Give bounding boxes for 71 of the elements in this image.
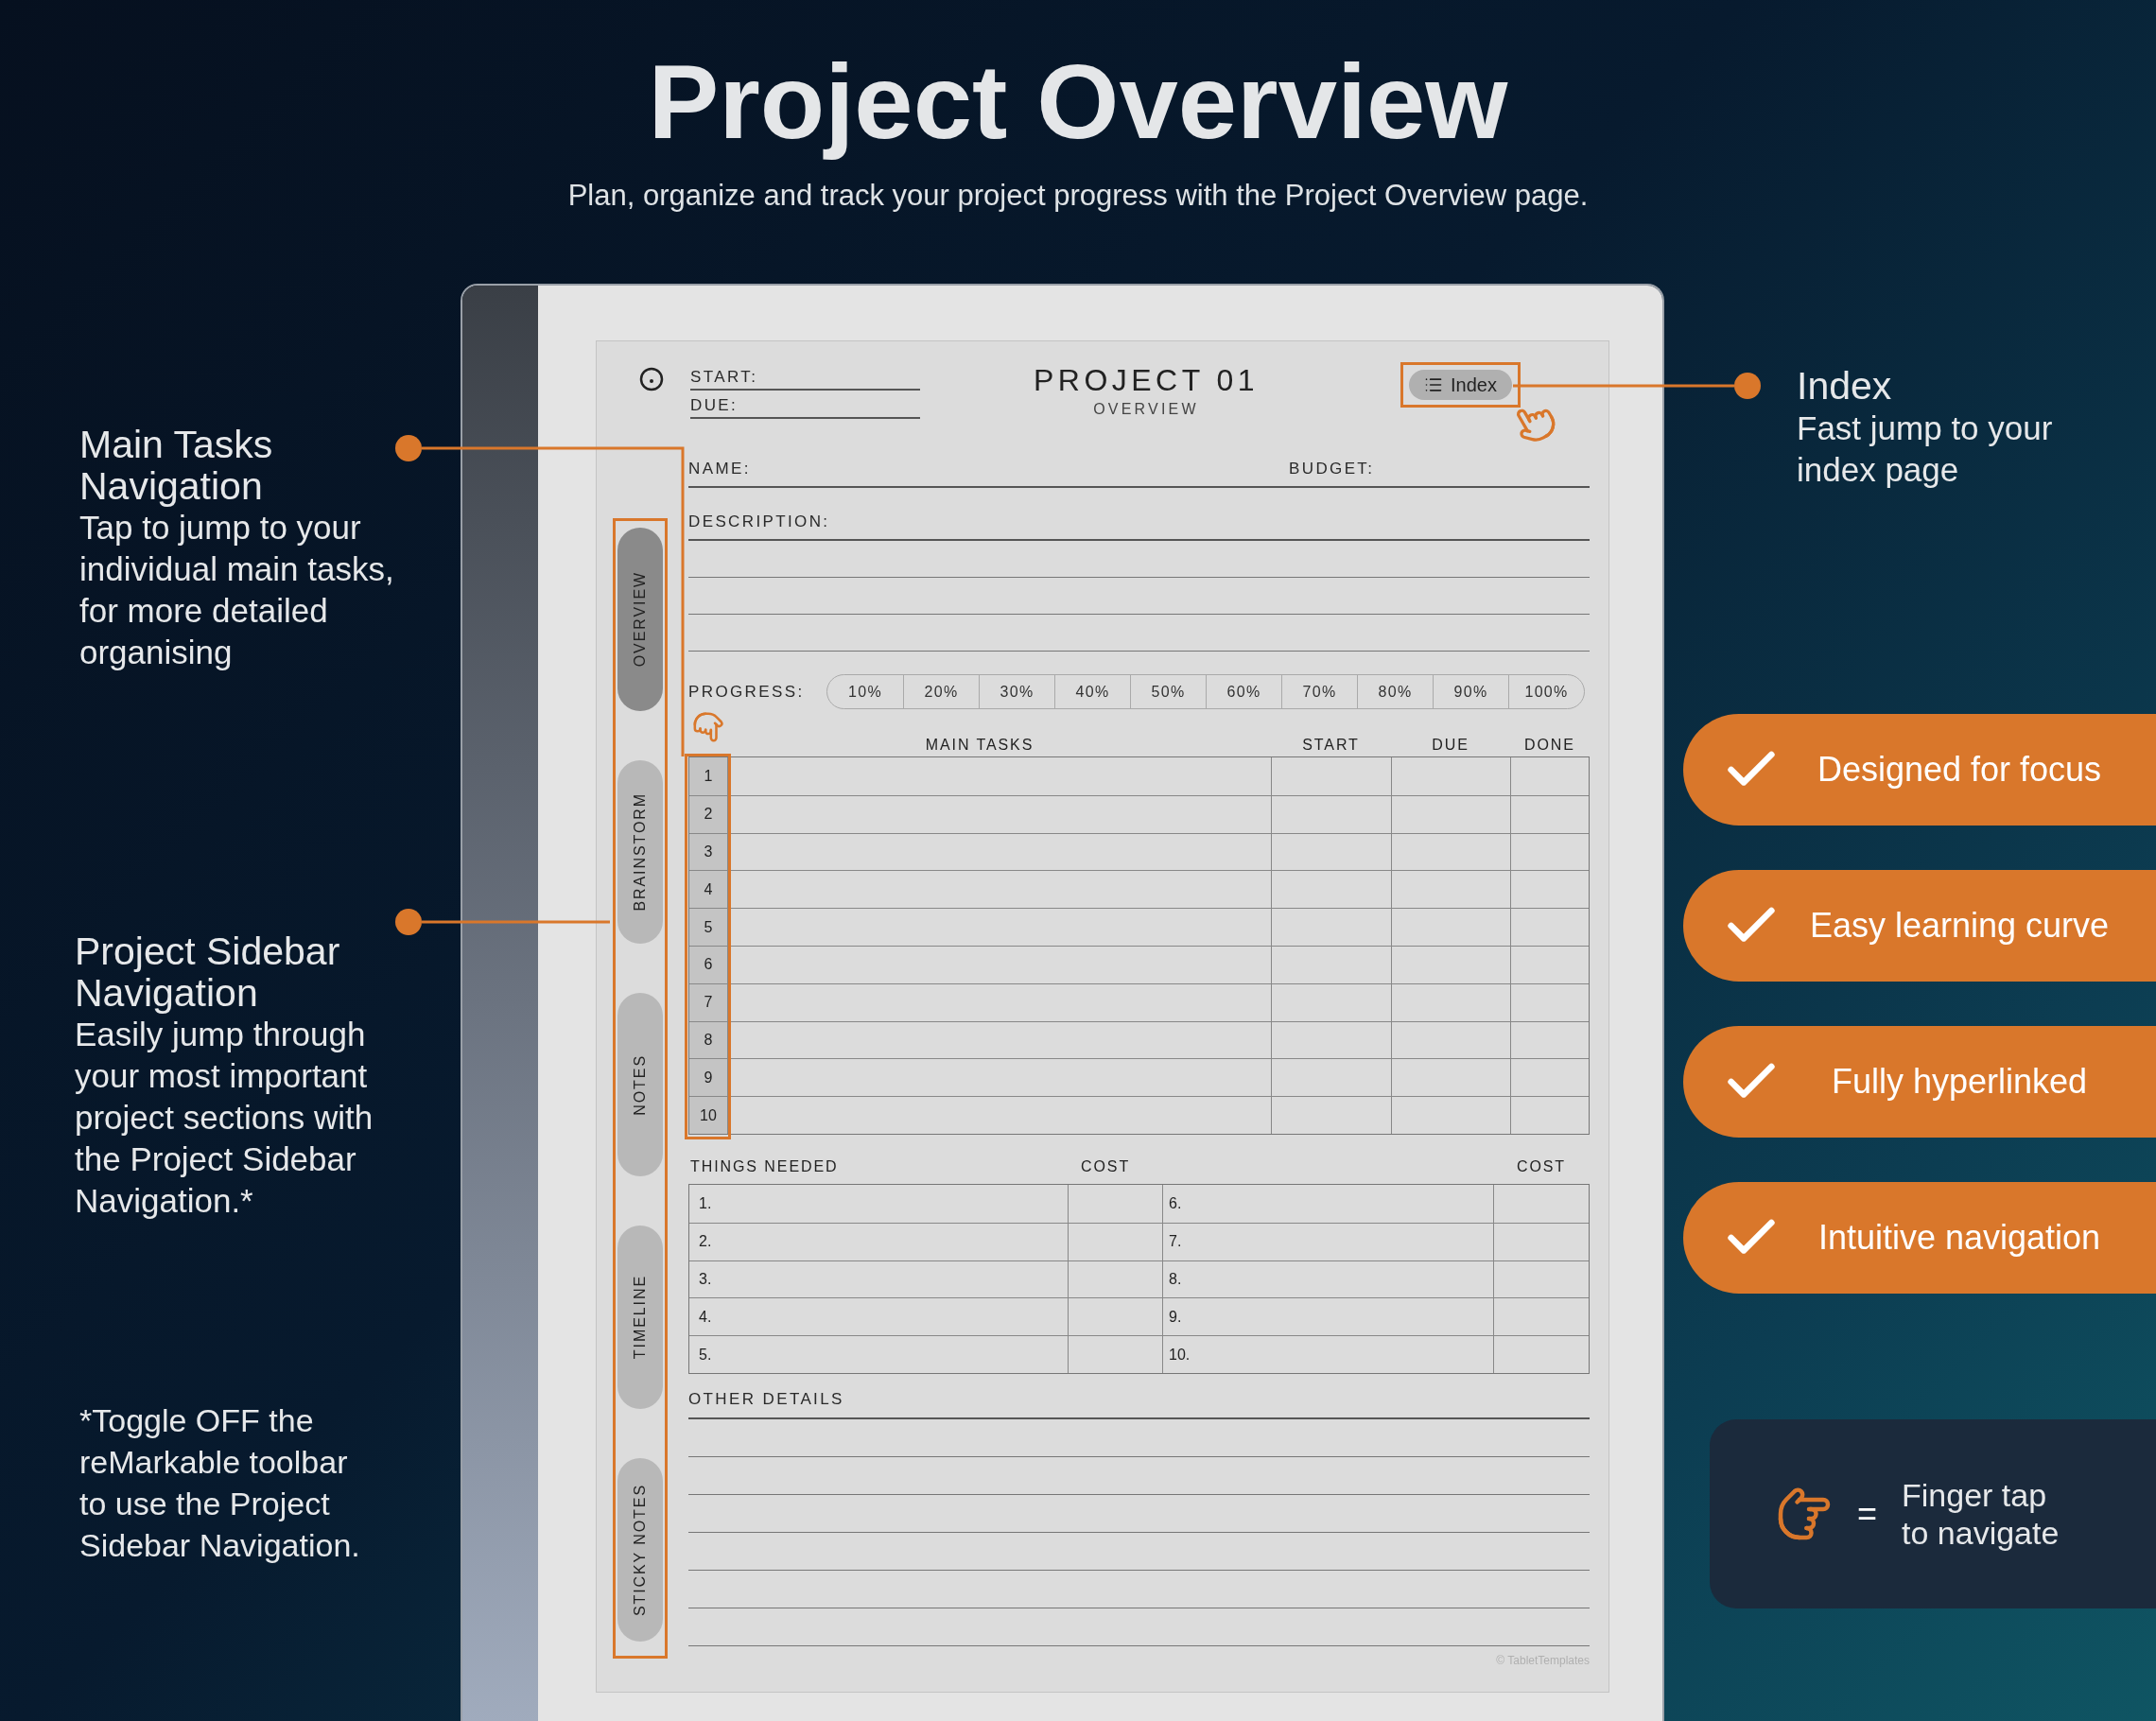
other-details-label: OTHER DETAILS [688,1389,844,1411]
description-label: DESCRIPTION: [688,511,830,532]
row-number[interactable]: 10 [689,1097,728,1134]
budget-label: BUDGET: [1289,458,1376,479]
feature-text: Fully hyperlinked [1830,1061,2089,1103]
page-subtitle: OVERVIEW [1093,400,1199,419]
item-number: 1. [689,1184,1069,1223]
page-subtitle: Plan, organize and track your project progress with the Project Overview page. [567,178,1589,214]
circle-dot-icon[interactable] [638,366,665,392]
footnote-text: *Toggle OFF the reMarkable toolbar to use the Project Sidebar Navigation. [79,1401,361,1565]
row-number[interactable]: 3 [689,833,728,871]
item-number: 10. [1163,1336,1494,1373]
sidebar-tab[interactable]: NOTES [617,993,663,1176]
row-number[interactable]: 6 [689,947,728,983]
column-header: COST [1080,1156,1132,1176]
callout-text: Easily jump through your most important project sections with the Project Sidebar Navigation.* [75,1015,374,1221]
progress-step[interactable]: 100% [1508,675,1584,708]
item-number: 2. [689,1223,1069,1260]
column-header: THINGS NEEDED [689,1156,840,1176]
sidebar-tab[interactable]: STICKY NOTES [617,1458,663,1642]
legend-text: Finger tap to navigate [1902,1476,2060,1552]
item-number: 5. [689,1336,1069,1373]
page-heading: Project Overview [648,45,1508,159]
feature-text: Designed for focus [1816,749,2103,791]
sidebar-tab[interactable]: TIMELINE [617,1226,663,1409]
item-number: 3. [689,1260,1069,1298]
progress-step[interactable]: 30% [979,675,1054,708]
callout-heading: Main Tasks Navigation [79,424,274,507]
item-number: 4. [689,1298,1069,1336]
index-button[interactable]: Index [1409,370,1512,400]
progress-step[interactable]: 90% [1433,675,1508,708]
pointing-hand-icon [692,711,724,743]
row-number[interactable]: 1 [689,757,728,795]
callout-text: Tap to jump to your individual main tasks, for more detailed organising [79,508,395,672]
column-header: MAIN TASKS [924,736,1035,755]
callout-heading: Project Sidebar Navigation [75,930,341,1014]
callout-heading: Index [1797,364,1893,408]
name-label: NAME: [688,458,752,479]
row-number[interactable]: 4 [689,871,728,909]
item-number: 6. [1163,1184,1494,1223]
equals-sign: = [1857,1493,1878,1535]
row-number[interactable]: 7 [689,983,728,1021]
pointing-hand-icon [1776,1486,1833,1542]
row-number[interactable]: 8 [689,1021,728,1059]
date-label: DUE: [690,394,739,416]
row-number[interactable]: 2 [689,795,728,833]
column-header: COST [1515,1156,1568,1176]
column-header: START [1301,736,1361,755]
feature-text: Easy learning curve [1808,905,2111,947]
progress-step[interactable]: 10% [827,675,903,708]
progress-step[interactable]: 80% [1357,675,1433,708]
date-label: START: [690,366,758,388]
feature-text: Intuitive navigation [1817,1217,2102,1259]
callout-text: Fast jump to your index page [1797,409,2054,490]
progress-step[interactable]: 20% [903,675,979,708]
progress-step[interactable]: 50% [1130,675,1206,708]
column-header: DUE [1431,736,1470,755]
item-number: 8. [1163,1260,1494,1298]
item-number: 7. [1163,1223,1494,1260]
progress-step[interactable]: 70% [1281,675,1357,708]
list-icon [1424,375,1443,394]
column-header: DONE [1523,736,1576,755]
sidebar-tab[interactable]: OVERVIEW [617,528,663,711]
page-title: PROJECT 01 [1033,362,1260,398]
row-number[interactable]: 9 [689,1059,728,1097]
item-number: 9. [1163,1298,1494,1336]
sidebar-tab[interactable]: BRAINSTORM [617,760,663,944]
progress-step[interactable]: 40% [1054,675,1130,708]
row-number[interactable]: 5 [689,909,728,946]
progress-step[interactable]: 60% [1206,675,1281,708]
progress-label: PROGRESS: [688,681,806,703]
